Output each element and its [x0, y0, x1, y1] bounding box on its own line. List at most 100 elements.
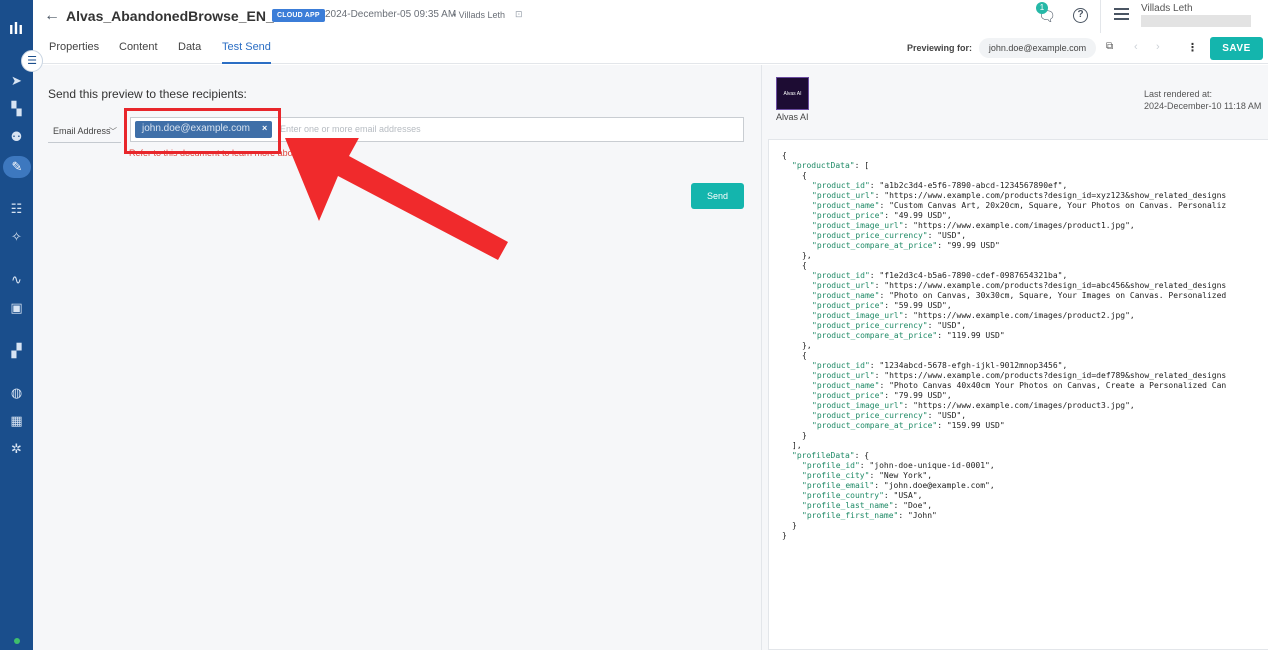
- design-icon[interactable]: ✎: [3, 156, 31, 178]
- json-line: "product_id": "f1e2d3c4-b5a6-7890-cdef-0…: [812, 271, 1067, 280]
- previewing-for-label: Previewing for:: [907, 43, 973, 53]
- json-value: {: [782, 151, 787, 160]
- header-divider: [1100, 0, 1101, 33]
- json-value: : [: [854, 161, 870, 170]
- json-key: "profile_email": [802, 481, 875, 490]
- annotation-arrow-shape: [285, 138, 508, 260]
- json-value: : "Custom Canvas Art, 20x20cm, Square, Y…: [879, 201, 1227, 210]
- user-info-icon[interactable]: ⊡: [515, 9, 523, 20]
- tab-content[interactable]: Content: [119, 41, 158, 64]
- json-value: : "USA",: [883, 491, 923, 500]
- json-line: "product_image_url": "https://www.exampl…: [812, 311, 1135, 320]
- json-key: "profile_country": [802, 491, 884, 500]
- json-value: : "79.99 USD",: [884, 391, 952, 400]
- json-key: "product_url": [812, 191, 875, 200]
- json-value: : "https://www.example.com/products?desi…: [874, 371, 1227, 380]
- json-value: : "119.99 USD": [937, 331, 1005, 340]
- chevron-down-icon[interactable]: ﹀: [109, 126, 117, 137]
- recipients-placeholder: Enter one or more email addresses: [280, 124, 421, 134]
- sender-logo: Alvas AI: [776, 77, 809, 110]
- json-value: : "a1b2c3d4-e5f6-7890-abcd-1234567890ef"…: [869, 181, 1068, 190]
- monitor-icon[interactable]: ▣: [0, 297, 33, 319]
- json-line: {: [802, 171, 807, 180]
- menu-toggle-icon[interactable]: ☰: [21, 50, 43, 72]
- last-rendered-label: Last rendered at:: [1144, 89, 1213, 99]
- qr-icon[interactable]: ▦: [0, 410, 33, 432]
- open-external-icon[interactable]: ⧉: [1106, 41, 1113, 52]
- json-key: "product_price": [812, 301, 885, 310]
- help-icon[interactable]: ?: [1073, 8, 1088, 23]
- json-value: : "https://www.example.com/images/produc…: [903, 401, 1135, 410]
- apps-icon[interactable]: ▞: [0, 340, 33, 362]
- json-value: : "New York",: [869, 471, 933, 480]
- json-value: : "59.99 USD",: [884, 301, 952, 310]
- global-icon[interactable]: ◍: [0, 382, 33, 404]
- json-value: }: [802, 431, 807, 440]
- json-value: : "john.doe@example.com",: [874, 481, 995, 490]
- json-value: : "https://www.example.com/images/produc…: [903, 221, 1135, 230]
- json-value: : "f1e2d3c4-b5a6-7890-cdef-0987654321ba"…: [869, 271, 1068, 280]
- app-logo-icon[interactable]: ılı: [5, 18, 27, 40]
- json-key: "product_id": [812, 361, 870, 370]
- json-key: "product_compare_at_price": [812, 421, 938, 430]
- json-value: : "USD",: [927, 231, 967, 240]
- json-line: "product_id": "a1b2c3d4-e5f6-7890-abcd-1…: [812, 181, 1067, 190]
- hamburger-menu-icon[interactable]: [1114, 8, 1129, 20]
- json-line: "product_image_url": "https://www.exampl…: [812, 401, 1135, 410]
- json-key: "product_name": [812, 201, 880, 210]
- json-line: {: [802, 351, 807, 360]
- json-line: "profile_country": "USA",: [802, 491, 922, 500]
- magic-icon[interactable]: ✧: [0, 226, 33, 248]
- tab-properties[interactable]: Properties: [49, 41, 99, 64]
- json-line: {: [802, 261, 807, 270]
- json-key: "product_compare_at_price": [812, 241, 938, 250]
- json-value: : {: [854, 451, 870, 460]
- json-value: {: [802, 261, 807, 270]
- last-modified-user: • Villads Leth: [453, 10, 506, 20]
- json-line: "profile_last_name": "Doe",: [802, 501, 932, 510]
- cloud-app-badge: CLOUD APP: [272, 9, 325, 22]
- json-line: "product_name": "Custom Canvas Art, 20x2…: [812, 201, 1226, 210]
- chevron-left-icon[interactable]: ‹: [1134, 41, 1138, 53]
- chevron-right-icon[interactable]: ›: [1156, 41, 1160, 53]
- back-arrow-icon[interactable]: ←: [42, 6, 62, 26]
- json-value: ],: [792, 441, 802, 450]
- content-icon[interactable]: ▚: [0, 98, 33, 120]
- settings-icon[interactable]: ✲: [0, 438, 33, 460]
- json-key: "product_price_currency": [812, 411, 928, 420]
- json-key: "profile_first_name": [802, 511, 899, 520]
- json-value: : "john-doe-unique-id-0001",: [859, 461, 995, 470]
- audience-icon[interactable]: ⚉: [0, 126, 33, 148]
- save-button[interactable]: SAVE: [1210, 37, 1263, 60]
- send-button[interactable]: Send: [691, 183, 744, 209]
- preview-panel: Alvas AI Alvas AI Last rendered at: 2024…: [761, 65, 1268, 650]
- previewing-for-email[interactable]: john.doe@example.com: [979, 38, 1096, 58]
- json-line: "profile_city": "New York",: [802, 471, 932, 480]
- json-line: "product_price": "79.99 USD",: [812, 391, 952, 400]
- filters-icon[interactable]: ☷: [0, 198, 33, 220]
- json-line: }: [802, 431, 807, 440]
- json-line: "product_price": "49.99 USD",: [812, 211, 952, 220]
- more-options-icon[interactable]: ⋮: [1187, 41, 1198, 54]
- json-line: {: [782, 151, 787, 160]
- json-key: "product_price_currency": [812, 231, 928, 240]
- json-value: : "Photo on Canvas, 30x30cm, Square, You…: [879, 291, 1227, 300]
- json-line: "product_compare_at_price": "159.99 USD": [812, 421, 1005, 430]
- status-indicator: [14, 638, 20, 644]
- json-value: : "USD",: [927, 321, 967, 330]
- analytics-icon[interactable]: ∿: [0, 269, 33, 291]
- campaign-icon[interactable]: ➤: [0, 70, 33, 92]
- json-line: "product_price_currency": "USD",: [812, 411, 966, 420]
- json-value: : "1234abcd-5678-efgh-ijkl-9012mnop3456"…: [869, 361, 1068, 370]
- json-key: "productData": [792, 161, 855, 170]
- json-key: "profile_city": [802, 471, 870, 480]
- tab-data[interactable]: Data: [178, 41, 201, 64]
- top-header: ← Alvas_AbandonedBrowse_EN_2820 CLOUD AP…: [33, 0, 1268, 33]
- left-nav-rail: ılı ☰ ➤ ▚ ⚉ ✎ ☷ ✧ ∿ ▣ ▞ ◍ ▦ ✲: [0, 0, 43, 650]
- json-line: "profile_first_name": "John": [802, 511, 937, 520]
- tab-test-send[interactable]: Test Send: [222, 41, 271, 64]
- json-key: "product_name": [812, 291, 880, 300]
- json-value: : "Photo Canvas 40x40cm Your Photos on C…: [879, 381, 1227, 390]
- account-name[interactable]: Villads Leth: [1141, 3, 1193, 14]
- json-line: "productData": [: [792, 161, 869, 170]
